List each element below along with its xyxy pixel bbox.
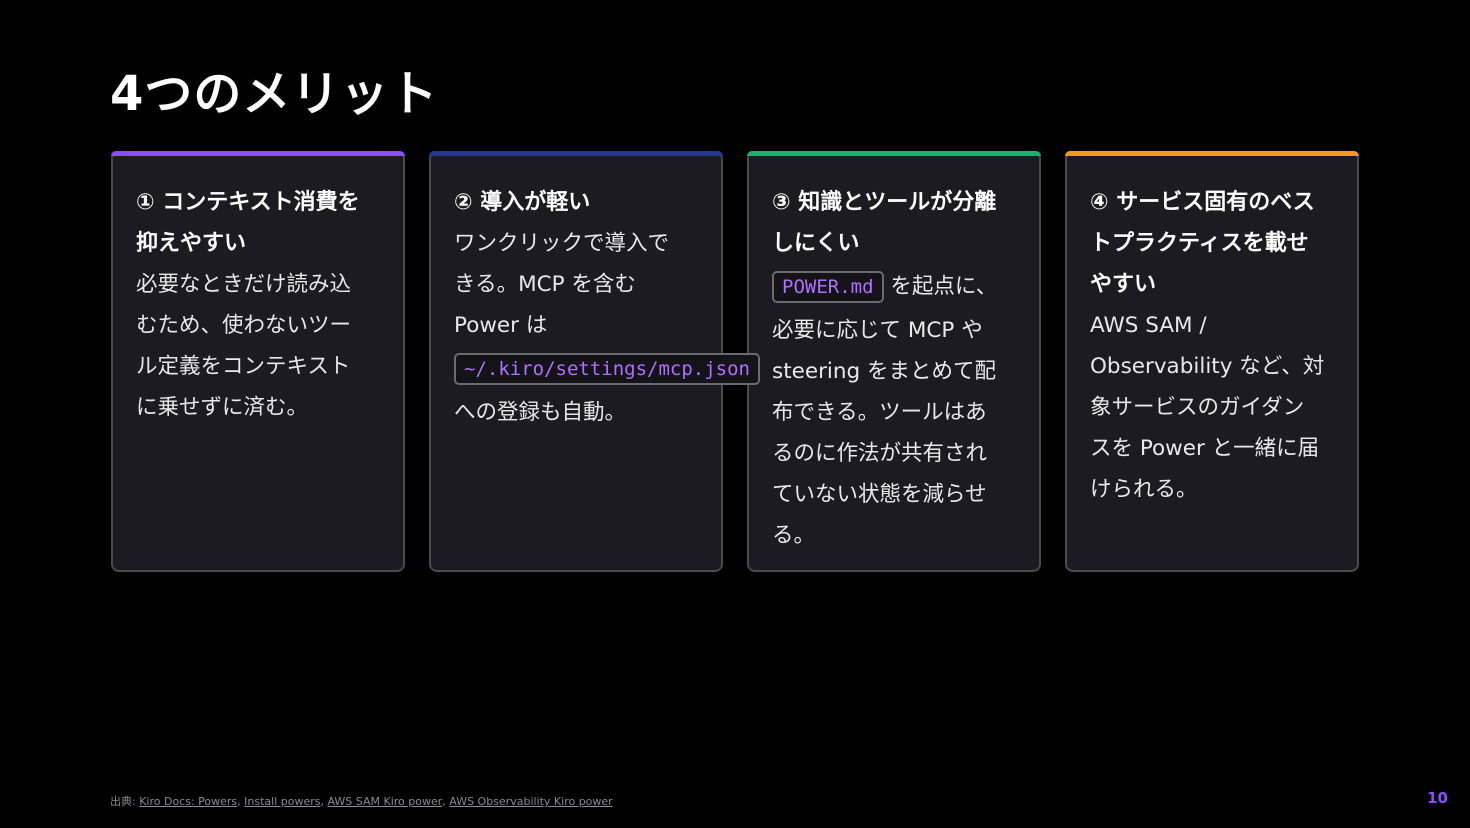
page-number: 10: [1427, 789, 1448, 807]
source-link-kiro-docs-powers[interactable]: Kiro Docs: Powers: [139, 795, 237, 808]
code-power-md: POWER.md: [772, 271, 884, 303]
card-accent-bar: [111, 151, 405, 156]
card-body-line: ワンクリックで導入で: [454, 231, 670, 256]
merit-cards: ① コンテキスト消費を 抑えやすい 必要なときだけ読み込 むため、使わないツー …: [111, 151, 1359, 572]
card-body-text: を起点に、: [883, 274, 998, 299]
card-body-line: きる。MCP を含む: [454, 272, 636, 297]
card-accent-bar: [747, 151, 1041, 156]
card-body-line: るのに作法が共有され: [772, 441, 988, 466]
card-body-line: むため、使わないツー: [136, 313, 352, 338]
card-body: ワンクリックで導入で きる。MCP を含む Power は ~/.kiro/se…: [454, 223, 760, 433]
merit-card-4: ④ サービス固有のベス トプラクティスを載せ やすい AWS SAM / Obs…: [1065, 151, 1359, 572]
card-title: ③ 知識とツールが分離 しにくい: [772, 182, 1017, 264]
card-body-line: Power は: [454, 313, 548, 338]
card-body-line: 必要なときだけ読み込: [136, 272, 352, 297]
code-path-mcp-json: ~/.kiro/settings/mcp.json: [454, 353, 760, 385]
card-body-line: Observability など、対: [1090, 354, 1325, 379]
card-body: AWS SAM / Observability など、対 象サービスのガイダン …: [1090, 305, 1335, 510]
card-title: ② 導入が軽い: [454, 182, 699, 223]
card-body-line: 必要に応じて MCP や: [772, 318, 983, 343]
card-body-code-line: ~/.kiro/settings/mcp.json: [454, 346, 760, 392]
card-title-line: やすい: [1090, 272, 1157, 297]
card-body: 必要なときだけ読み込 むため、使わないツー ル定義をコンテキスト に乗せずに済む…: [136, 264, 381, 428]
card-accent-bar: [1065, 151, 1359, 156]
card-body-code-line: POWER.md を起点に、: [772, 264, 1017, 310]
source-link-aws-sam-kiro-power[interactable]: AWS SAM Kiro power: [328, 795, 443, 808]
card-body-line: steering をまとめて配: [772, 359, 997, 384]
card-body-line: ル定義をコンテキスト: [136, 354, 351, 379]
source-footer: 出典: Kiro Docs: Powers, Install powers, A…: [110, 795, 613, 809]
source-prefix: 出典:: [110, 795, 140, 808]
card-title-line: トプラクティスを載せ: [1090, 231, 1309, 256]
card-body-line: ていない状態を減らせ: [772, 482, 987, 507]
card-title: ① コンテキスト消費を 抑えやすい: [136, 182, 381, 264]
source-link-install-powers[interactable]: Install powers: [244, 795, 320, 808]
card-body-line: けられる。: [1090, 477, 1198, 502]
slide-title: 4つのメリット: [110, 66, 439, 122]
card-body-line: スを Power と一緒に届: [1090, 436, 1320, 461]
card-title-line: ④ サービス固有のベス: [1090, 190, 1315, 215]
source-link-aws-observability-kiro-power[interactable]: AWS Observability Kiro power: [449, 795, 612, 808]
card-body-line: への登録も自動。: [454, 400, 627, 425]
card-body-line: る。: [772, 523, 816, 548]
card-title-line: ① コンテキスト消費を: [136, 190, 360, 215]
card-title-line: 抑えやすい: [136, 231, 247, 256]
source-separator: ,: [320, 795, 328, 808]
card-title-line: しにくい: [772, 231, 860, 256]
card-body-line: AWS SAM /: [1090, 313, 1207, 338]
card-body: POWER.md を起点に、 必要に応じて MCP や steering をまと…: [772, 264, 1017, 556]
card-body-line: 布できる。ツールはあ: [772, 400, 987, 425]
merit-card-3: ③ 知識とツールが分離 しにくい POWER.md を起点に、 必要に応じて M…: [747, 151, 1041, 572]
card-title-line: ② 導入が軽い: [454, 190, 591, 215]
card-body-line: に乗せずに済む。: [136, 395, 309, 420]
card-title: ④ サービス固有のベス トプラクティスを載せ やすい: [1090, 182, 1335, 305]
card-title-line: ③ 知識とツールが分離: [772, 190, 997, 215]
card-body-line: 象サービスのガイダン: [1090, 395, 1305, 420]
merit-card-1: ① コンテキスト消費を 抑えやすい 必要なときだけ読み込 むため、使わないツー …: [111, 151, 405, 572]
merit-card-2: ② 導入が軽い ワンクリックで導入で きる。MCP を含む Power は ~/…: [429, 151, 760, 572]
slide: 4つのメリット ① コンテキスト消費を 抑えやすい 必要なときだけ読み込 むため…: [0, 0, 1470, 828]
card-accent-bar: [429, 151, 723, 156]
